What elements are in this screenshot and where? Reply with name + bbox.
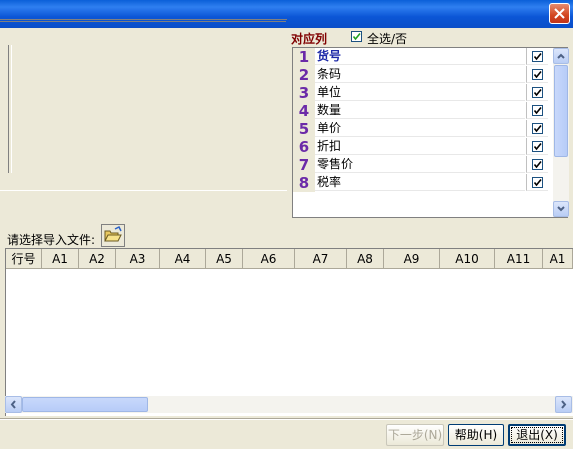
column-header: A4: [160, 249, 206, 269]
column-header: A6: [243, 249, 295, 269]
table-header: 行号 A1 A2 A3 A4 A5 A6 A7 A8 A9 A10 A11 A1: [6, 249, 573, 269]
row-number: 3: [293, 84, 315, 102]
table-horizontal-scrollbar[interactable]: [5, 396, 573, 413]
column-row[interactable]: 7 零售价: [293, 156, 568, 174]
column-checkbox-cell: [526, 138, 548, 155]
folder-open-icon: [104, 225, 122, 242]
close-button[interactable]: [549, 3, 570, 24]
column-checkbox-cell: [526, 48, 548, 65]
close-icon: [554, 8, 565, 19]
column-checkbox-cell: [526, 66, 548, 83]
column-name[interactable]: 数量: [315, 102, 525, 119]
left-group-box: [0, 19, 287, 191]
column-checkbox[interactable]: [532, 123, 543, 134]
column-name[interactable]: 货号: [315, 48, 525, 65]
select-all-label: 全选/否: [367, 32, 408, 46]
column-checkbox-cell: [526, 102, 548, 119]
chevron-right-icon: [561, 400, 567, 409]
column-checkbox-cell: [526, 120, 548, 137]
column-list: 1 货号 2 条码 3 单位 4 数量 5 单价 6 折扣 7 零售价 8 税率: [292, 47, 568, 218]
column-mapping-title: 对应列: [291, 32, 328, 46]
column-row[interactable]: 6 折扣: [293, 138, 568, 156]
column-header: A5: [206, 249, 243, 269]
import-file-label: 请选择导入文件:: [7, 233, 96, 247]
column-row[interactable]: 3 单位: [293, 84, 568, 102]
scroll-thumb[interactable]: [22, 397, 148, 412]
scroll-up-button[interactable]: [553, 48, 569, 64]
column-name[interactable]: 单位: [315, 84, 525, 101]
column-checkbox-cell: [526, 156, 548, 173]
scroll-left-button[interactable]: [5, 396, 22, 413]
column-list-scrollbar[interactable]: [553, 48, 569, 217]
row-number: 4: [293, 102, 315, 120]
column-header: A10: [440, 249, 495, 269]
column-row[interactable]: 2 条码: [293, 66, 568, 84]
row-number: 8: [293, 174, 315, 192]
column-checkbox[interactable]: [532, 51, 543, 62]
help-button[interactable]: 帮助(H): [448, 424, 504, 446]
next-step-button[interactable]: 下一步(N): [386, 424, 444, 446]
column-name[interactable]: 折扣: [315, 138, 525, 155]
exit-button[interactable]: 退出(X): [508, 424, 566, 446]
row-number: 6: [293, 138, 315, 156]
chevron-up-icon: [557, 53, 565, 59]
open-file-button[interactable]: [101, 224, 125, 247]
column-header: A3: [116, 249, 160, 269]
column-header: A11: [495, 249, 543, 269]
column-header: A8: [347, 249, 384, 269]
select-all-checkbox[interactable]: [351, 31, 362, 42]
column-checkbox[interactable]: [532, 177, 543, 188]
column-name[interactable]: 单价: [315, 120, 525, 137]
column-checkbox-cell: [526, 174, 548, 191]
column-row[interactable]: 1 货号: [293, 48, 568, 66]
column-checkbox[interactable]: [532, 87, 543, 98]
column-header: A9: [384, 249, 440, 269]
column-header: A1: [543, 249, 573, 269]
column-header: A7: [295, 249, 347, 269]
column-checkbox[interactable]: [532, 69, 543, 80]
column-checkbox-cell: [526, 84, 548, 101]
chevron-left-icon: [10, 400, 16, 409]
scroll-down-button[interactable]: [553, 201, 569, 217]
column-row[interactable]: 8 税率: [293, 174, 568, 192]
column-row[interactable]: 5 单价: [293, 120, 568, 138]
column-row[interactable]: 4 数量: [293, 102, 568, 120]
column-checkbox[interactable]: [532, 141, 543, 152]
column-checkbox[interactable]: [532, 105, 543, 116]
row-number: 1: [293, 48, 315, 66]
column-name[interactable]: 税率: [315, 174, 525, 191]
column-checkbox[interactable]: [532, 159, 543, 170]
chevron-down-icon: [557, 206, 565, 212]
column-name[interactable]: 零售价: [315, 156, 525, 173]
footer-divider: [0, 418, 573, 420]
column-header: A2: [79, 249, 116, 269]
row-number: 2: [293, 66, 315, 84]
scroll-right-button[interactable]: [555, 396, 572, 413]
column-name[interactable]: 条码: [315, 66, 525, 83]
divider-vertical: [8, 45, 12, 173]
import-preview-table[interactable]: 行号 A1 A2 A3 A4 A5 A6 A7 A8 A9 A10 A11 A1: [5, 248, 573, 416]
row-number: 7: [293, 156, 315, 174]
row-number-header: 行号: [6, 249, 42, 269]
row-number: 5: [293, 120, 315, 138]
divider: [0, 21, 286, 22]
scroll-thumb[interactable]: [554, 65, 568, 157]
column-header: A1: [42, 249, 79, 269]
